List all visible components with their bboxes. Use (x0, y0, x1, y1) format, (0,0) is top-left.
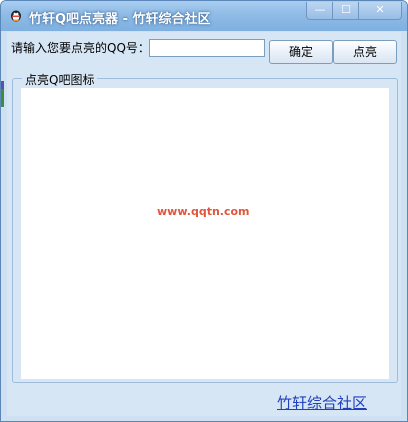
app-window: 竹轩Q吧点亮器 - 竹轩综合社区 — ☐ ✕ 请输入您要点亮的QQ号： 确定 点… (0, 0, 408, 422)
title-bar[interactable]: 竹轩Q吧点亮器 - 竹轩综合社区 — ☐ ✕ (1, 1, 407, 31)
qq-number-label: 请输入您要点亮的QQ号： (11, 41, 150, 55)
icon-display-area: www.qqtn.com (21, 88, 389, 379)
watermark-text: www.qqtn.com (157, 205, 250, 218)
window-title: 竹轩Q吧点亮器 - 竹轩综合社区 (29, 12, 211, 27)
maximize-button[interactable]: ☐ (332, 2, 360, 20)
qq-number-input[interactable] (149, 39, 265, 57)
background-edge-green (1, 89, 4, 107)
minimize-button[interactable]: — (306, 2, 334, 20)
group-legend: 点亮Q吧图标 (22, 71, 98, 88)
light-icon-group: 点亮Q吧图标 www.qqtn.com (12, 71, 398, 383)
community-link[interactable]: 竹轩综合社区 (277, 392, 367, 413)
close-button[interactable]: ✕ (358, 2, 402, 20)
background-edge (1, 81, 4, 89)
confirm-button[interactable]: 确定 (269, 40, 333, 64)
client-area: 请输入您要点亮的QQ号： 确定 点亮 点亮Q吧图标 www.qqtn.com 竹… (7, 32, 401, 416)
light-up-button[interactable]: 点亮 (333, 40, 397, 64)
qq-penguin-icon (11, 10, 21, 22)
